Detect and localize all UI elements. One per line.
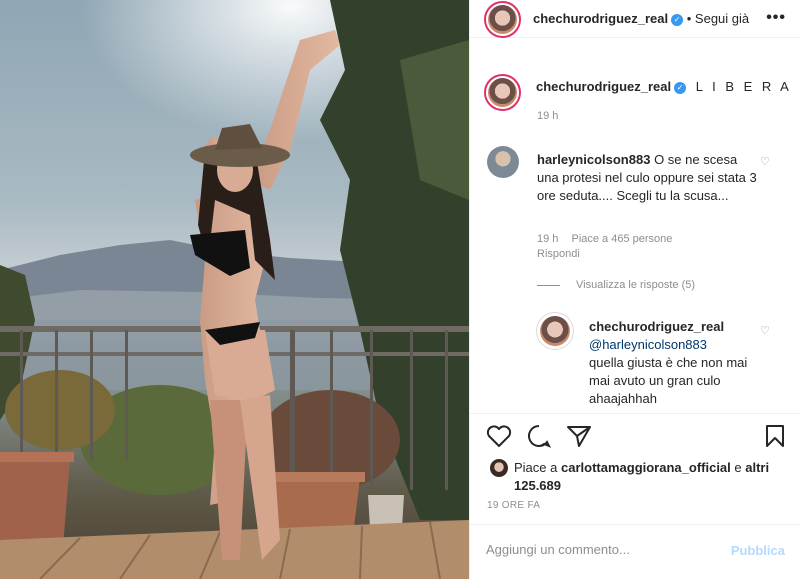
commenter-avatar[interactable] (487, 146, 519, 178)
likes-summary: Piace a carlottamaggiorana_official e al… (514, 459, 784, 495)
post-detail-panel: chechurodriguez_real ✓ • Segui già ••• ch… (469, 0, 800, 579)
divider-line (537, 284, 560, 286)
liker-avatar[interactable] (490, 459, 508, 477)
comment-likes[interactable]: Piace a 465 persone (571, 233, 672, 245)
post-photo[interactable] (0, 0, 469, 579)
comment-bar: Pubblica (470, 524, 800, 579)
comment-meta: 19 h Piace a 465 persone (537, 233, 682, 245)
liker-username[interactable]: carlottamaggiorana_official (561, 460, 731, 475)
reply-button[interactable]: Rispondi (537, 248, 580, 260)
author-username[interactable]: chechurodriguez_real (533, 11, 668, 26)
reply-avatar[interactable] (540, 316, 570, 346)
likes-prefix: Piace a (514, 460, 558, 475)
save-bookmark-icon[interactable] (764, 424, 786, 448)
actions-divider (470, 413, 800, 414)
caption: chechurodriguez_real ✓ L I B E R A (536, 79, 792, 94)
reply-username[interactable]: chechurodriguez_real (589, 319, 724, 334)
reply-body: chechurodriguez_real @harleynicolson883 … (589, 318, 769, 408)
likes-conjunction: e (734, 460, 742, 475)
photo-illustration (0, 0, 469, 579)
comment-username[interactable]: harleynicolson883 (537, 152, 650, 167)
view-replies-button[interactable]: Visualizza le risposte (5) (537, 279, 695, 291)
header-separator: • (686, 11, 692, 26)
view-replies-label: Visualizza le risposte (5) (576, 279, 696, 291)
comment-icon[interactable] (526, 424, 552, 448)
share-send-icon[interactable] (566, 424, 592, 448)
verified-badge-icon: ✓ (671, 13, 684, 26)
caption-avatar[interactable] (488, 78, 517, 107)
caption-text: L I B E R A (695, 79, 792, 94)
publish-button[interactable]: Pubblica (731, 543, 785, 558)
comment-like-heart-icon[interactable]: ♡ (760, 155, 770, 168)
author-avatar[interactable] (488, 5, 517, 34)
comment-time: 19 h (537, 233, 559, 245)
add-comment-input[interactable] (486, 542, 706, 557)
comment-body: harleynicolson883 O se ne scesa una prot… (537, 151, 762, 205)
post-header: chechurodriguez_real ✓ • Segui già ••• (470, 0, 800, 38)
follow-status-button[interactable]: Segui già (695, 11, 749, 26)
reply-mention[interactable]: @harleynicolson883 (589, 337, 707, 352)
verified-badge-icon: ✓ (674, 81, 687, 94)
caption-username[interactable]: chechurodriguez_real (536, 79, 671, 94)
more-options-icon[interactable]: ••• (766, 9, 786, 27)
reply-like-heart-icon[interactable]: ♡ (760, 324, 770, 337)
post-timestamp: 19 ORE FA (487, 500, 541, 511)
caption-time: 19 h (537, 110, 559, 122)
like-heart-icon[interactable] (486, 424, 512, 448)
reply-text: quella giusta è che non mai mai avuto un… (589, 355, 748, 406)
header-user: chechurodriguez_real ✓ • Segui già (533, 11, 749, 26)
